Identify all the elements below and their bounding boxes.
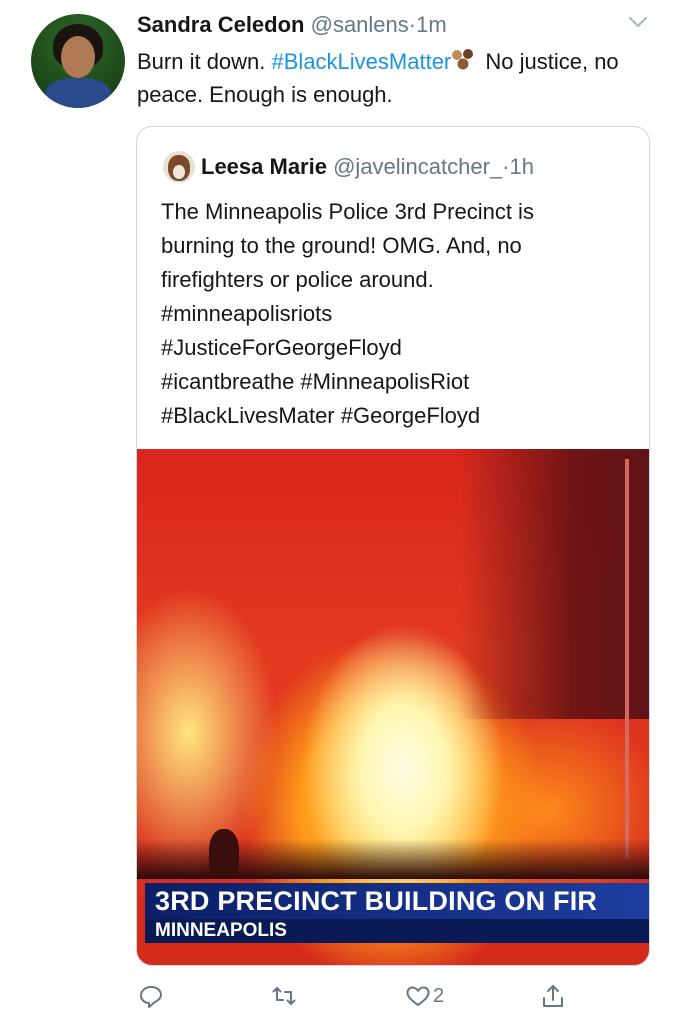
quoted-tweet-time: 1h [509, 154, 534, 179]
quoted-author-handle[interactable]: @javelincatcher_ [333, 154, 502, 179]
tweet-text-part1: Burn it down. [137, 49, 272, 74]
reply-button[interactable] [138, 982, 164, 1010]
chyron-headline: 3RD PRECINCT BUILDING ON FIR [145, 883, 649, 919]
share-icon [543, 985, 563, 1007]
share-button[interactable] [540, 982, 566, 1010]
quoted-text-line: #minneapolisriots [161, 301, 333, 326]
separator-dot: · [408, 12, 417, 37]
like-icon [406, 986, 430, 1006]
separator-dot: · [502, 154, 510, 179]
author-handle[interactable]: @sanlens [311, 12, 409, 37]
quoted-text-line: #icantbreathe #MinneapolisRiot [161, 369, 470, 394]
fire-video-image[interactable]: 3RD PRECINCT BUILDING ON FIR MINNEAPOLIS [137, 449, 649, 965]
quoted-text-line: The Minneapolis Police 3rd Precinct is [161, 199, 534, 224]
tweet-time[interactable]: 1m [416, 12, 447, 37]
quoted-tweet-text: The Minneapolis Police 3rd Precinct is b… [161, 195, 631, 433]
chyron-location: MINNEAPOLIS [145, 919, 649, 943]
reply-icon [140, 986, 162, 1008]
quoted-text-line: firefighters or police around. [161, 267, 434, 292]
tweet-actions: 2 [0, 976, 681, 1016]
quoted-text-line: #BlackLivesMater #GeorgeFloyd [161, 403, 481, 428]
hashtag-link[interactable]: #BlackLivesMatter [272, 49, 452, 74]
quoted-author-name[interactable]: Leesa Marie [201, 154, 327, 179]
chevron-down-icon[interactable] [624, 8, 652, 36]
quoted-tweet[interactable]: Leesa Marie @javelincatcher_·1h The Minn… [136, 126, 650, 966]
retweet-button[interactable] [271, 982, 297, 1010]
quoted-text-line: #JusticeForGeorgeFloyd [161, 335, 402, 360]
author-name[interactable]: Sandra Celedon [137, 12, 304, 37]
quoted-text-line: burning to the ground! OMG. And, no [161, 233, 522, 258]
tweet-header: Sandra Celedon @sanlens·1m [137, 10, 447, 40]
like-button[interactable]: 2 [405, 982, 444, 1010]
news-chyron: 3RD PRECINCT BUILDING ON FIR MINNEAPOLIS [137, 875, 649, 945]
retweet-icon [272, 987, 296, 1005]
quoted-author-avatar[interactable] [163, 151, 195, 183]
raised-fists-emoji-icon [452, 49, 474, 70]
tweet-text: Burn it down. #BlackLivesMatter No justi… [137, 45, 637, 111]
author-avatar[interactable] [31, 14, 125, 108]
like-count: 2 [433, 984, 445, 1007]
quoted-tweet-header: Leesa Marie @javelincatcher_·1h [201, 151, 534, 183]
